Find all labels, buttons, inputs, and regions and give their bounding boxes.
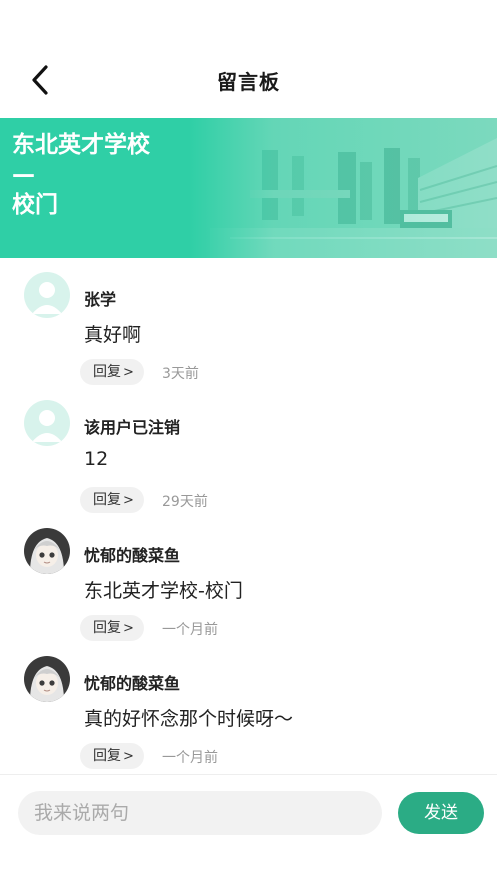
reply-button[interactable]: 回复 >	[80, 487, 144, 513]
comment-list: 张学 真好啊 回复 > 3天前 该用户已注销 12 回复 > 29天前 忧郁的酸…	[0, 258, 497, 773]
chevron-right-icon: >	[123, 365, 134, 380]
anime-girl-avatar[interactable]	[24, 656, 70, 702]
comment-username: 忧郁的酸菜鱼	[84, 546, 181, 565]
comment-input[interactable]	[18, 791, 382, 835]
comment-username: 该用户已注销	[84, 418, 181, 437]
chevron-right-icon: >	[123, 493, 134, 508]
comment-item: 忧郁的酸菜鱼 真的好怀念那个时候呀～ 回复 > 一个月前	[0, 642, 497, 770]
banner-title: 东北英才学校 — 校门	[12, 132, 150, 218]
default-user-avatar[interactable]	[24, 272, 70, 318]
comment-time: 29天前	[162, 494, 208, 510]
comment-time: 3天前	[162, 366, 199, 382]
reply-button[interactable]: 回复 >	[80, 743, 144, 769]
banner-image: 东北英才学校 — 校门	[0, 118, 497, 258]
comment-username: 忧郁的酸菜鱼	[84, 674, 181, 693]
comment-content: 12	[84, 448, 109, 470]
reply-label: 回复	[93, 364, 121, 380]
comment-item: 张学 真好啊 回复 > 3天前	[0, 258, 497, 386]
page-title: 留言板	[217, 70, 280, 94]
reply-label: 回复	[93, 492, 121, 508]
comment-content: 东北英才学校-校门	[84, 580, 243, 602]
comment-time: 一个月前	[162, 622, 218, 638]
comment-username: 张学	[84, 290, 117, 309]
anime-girl-avatar[interactable]	[24, 528, 70, 574]
comment-item: 该用户已注销 12 回复 > 29天前	[0, 386, 497, 514]
comment-item: 忧郁的酸菜鱼 东北英才学校-校门 回复 > 一个月前	[0, 514, 497, 642]
comment-composer: 发送	[0, 774, 497, 883]
reply-label: 回复	[93, 748, 121, 764]
reply-label: 回复	[93, 620, 121, 636]
comment-content: 真的好怀念那个时候呀～	[84, 708, 294, 730]
chevron-right-icon: >	[123, 621, 134, 636]
reply-button[interactable]: 回复 >	[80, 615, 144, 641]
default-user-avatar[interactable]	[24, 400, 70, 446]
top-nav-bar: 留言板	[0, 0, 497, 118]
comment-time: 一个月前	[162, 750, 218, 766]
comment-content: 真好啊	[84, 324, 142, 346]
reply-button[interactable]: 回复 >	[80, 359, 144, 385]
chevron-right-icon: >	[123, 749, 134, 764]
send-button[interactable]: 发送	[398, 792, 484, 834]
